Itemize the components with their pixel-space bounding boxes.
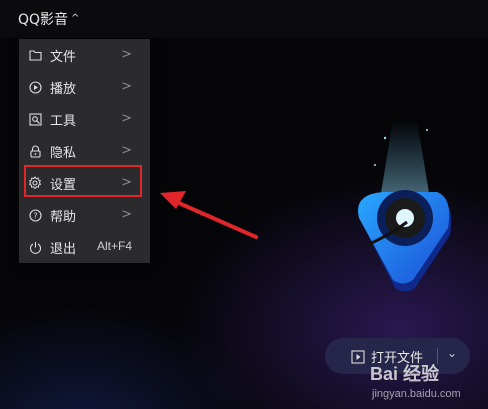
watermark-url: jingyan.baidu.com [372,388,461,400]
chevron-right-icon: > [121,79,132,94]
power-icon [28,240,42,254]
chevron-right-icon: > [121,207,132,222]
menu-item-label: 隐私 [50,145,77,161]
annotation-arrow-icon [160,191,258,239]
menu-item-play[interactable]: 播放 > [19,71,150,103]
menu-item-help[interactable]: ? 帮助 > [19,199,150,231]
gear-icon [28,176,42,190]
menu-item-exit[interactable]: 退出 Alt+F4 [19,231,150,263]
main-menu: 文件 > 播放 > 工具 > 隐私 > 设置 > ? 帮助 > 退出 Alt+F… [19,39,150,263]
title-bar: QQ影音 ^ [0,0,488,38]
tools-icon [28,112,42,126]
watermark-logo: Bai 经验 [370,364,440,384]
chevron-right-icon: > [121,47,132,62]
menu-item-label: 帮助 [50,209,77,225]
menu-item-label: 设置 [50,177,77,193]
chevron-right-icon: > [121,175,132,190]
caret-up-icon: ^ [71,12,80,24]
menu-item-file[interactable]: 文件 > [19,39,150,71]
menu-item-label: 播放 [50,81,77,97]
menu-item-label: 文件 [50,49,77,65]
lock-icon [28,144,42,158]
menu-item-label: 工具 [50,113,77,129]
player-logo-illustration [358,120,452,292]
help-icon: ? [28,208,42,222]
app-menu-button[interactable]: QQ影音 ^ [18,9,79,29]
folder-icon [28,48,42,62]
menu-item-tools[interactable]: 工具 > [19,103,150,135]
app-title: QQ影音 [18,12,69,28]
menu-item-privacy[interactable]: 隐私 > [19,135,150,167]
play-square-icon [351,349,365,364]
play-circle-icon [28,80,42,94]
chevron-right-icon: > [121,111,132,126]
menu-item-label: 退出 [50,241,77,257]
app-window: QQ影音 ^ 文件 > 播放 > 工具 > 隐私 > 设置 > ? 帮助 > 退… [0,0,488,409]
chevron-right-icon: > [121,143,132,158]
menu-item-settings[interactable]: 设置 > [19,167,150,199]
shortcut-label: Alt+F4 [96,239,132,253]
chevron-down-icon[interactable]: ⌄ [447,346,457,360]
svg-text:?: ? [33,211,37,220]
